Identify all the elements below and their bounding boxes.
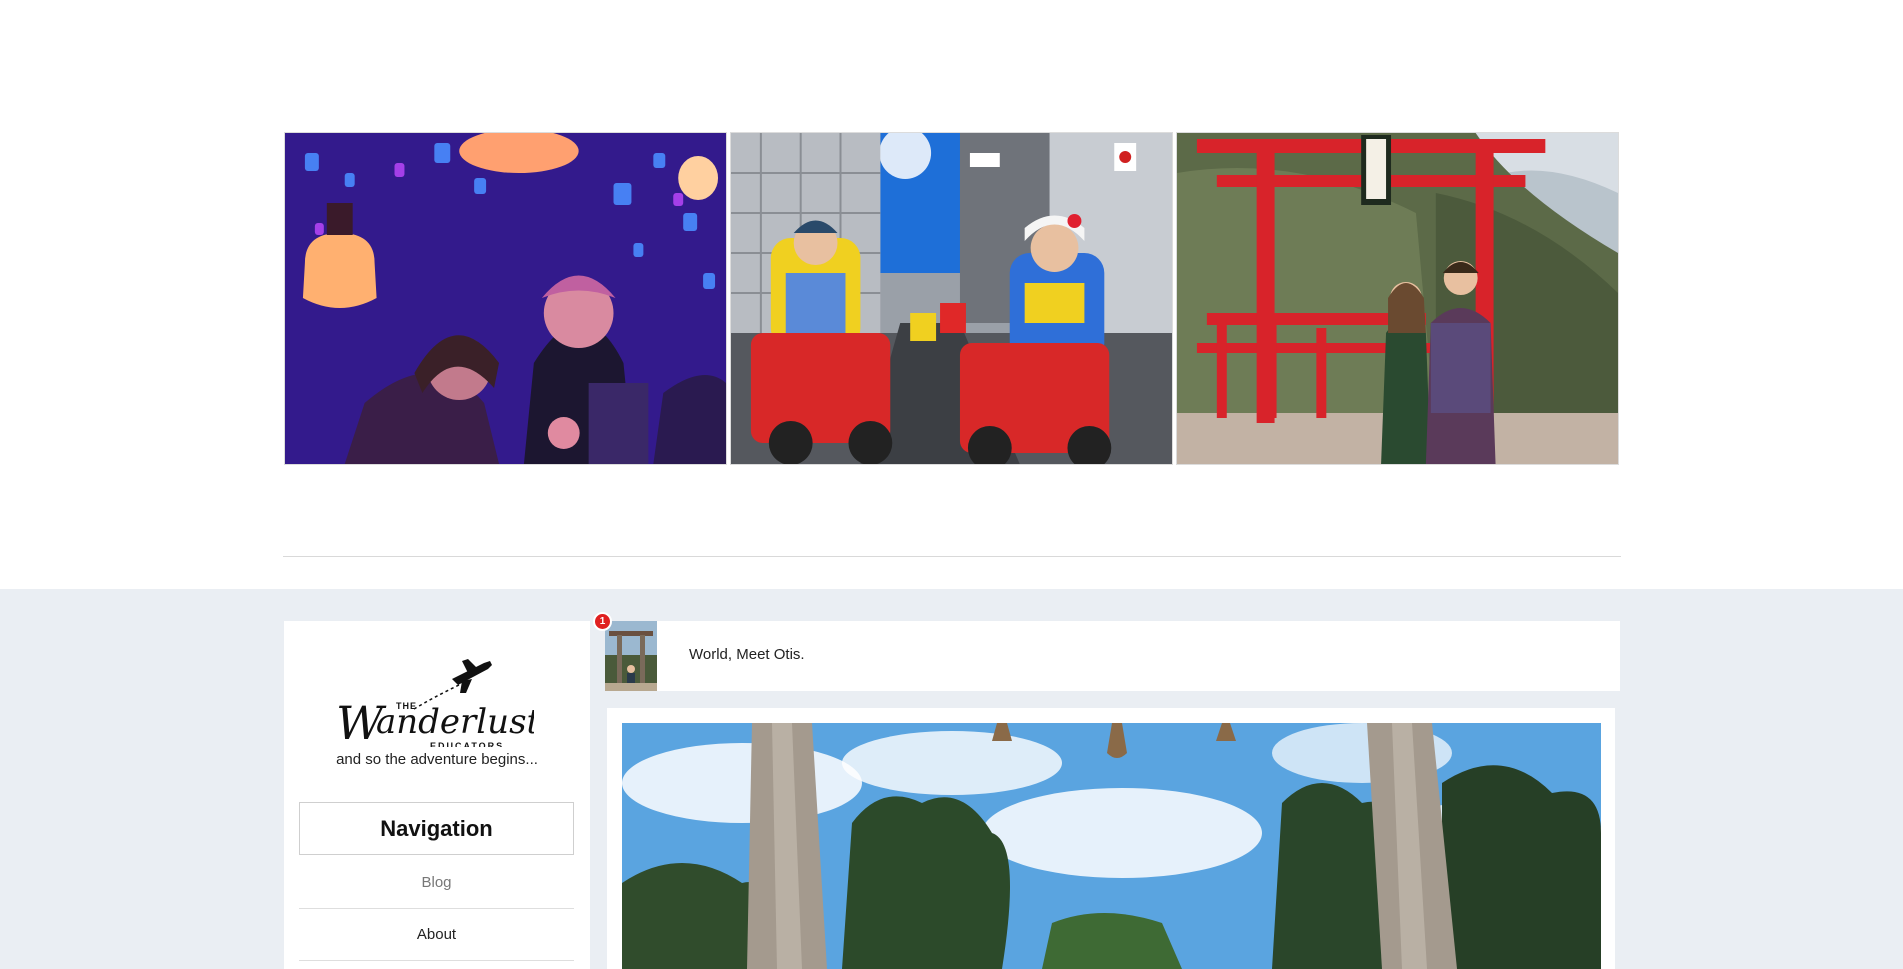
- gallery-photo-torii[interactable]: [1176, 132, 1619, 465]
- wanderlust-logo[interactable]: THE W anderlust EDUCATORS: [334, 657, 534, 747]
- site-tagline: and so the adventure begins...: [336, 751, 538, 768]
- recent-post-strip[interactable]: World, Meet Otis.: [605, 621, 1620, 691]
- nav-item-about[interactable]: About: [299, 926, 574, 943]
- photo-gallery: [284, 132, 1619, 465]
- navigation-heading: Navigation: [299, 802, 574, 855]
- airplane-icon: [452, 659, 492, 693]
- nav-divider: [299, 908, 574, 909]
- featured-post-card: [607, 708, 1615, 969]
- nav-divider: [299, 960, 574, 961]
- post-title[interactable]: World, Meet Otis.: [689, 646, 805, 663]
- sidebar: THE W anderlust EDUCATORS and so the adv…: [284, 621, 590, 969]
- featured-post-image[interactable]: [622, 723, 1601, 969]
- section-divider: [283, 556, 1621, 557]
- svg-text:EDUCATORS: EDUCATORS: [430, 741, 504, 747]
- notification-badge: 1: [593, 612, 612, 631]
- gallery-photo-go-karts[interactable]: [730, 132, 1173, 465]
- svg-text:anderlust: anderlust: [376, 702, 534, 742]
- gallery-photo-lanterns[interactable]: [284, 132, 727, 465]
- post-thumbnail[interactable]: [605, 621, 657, 691]
- nav-item-blog[interactable]: Blog: [299, 874, 574, 891]
